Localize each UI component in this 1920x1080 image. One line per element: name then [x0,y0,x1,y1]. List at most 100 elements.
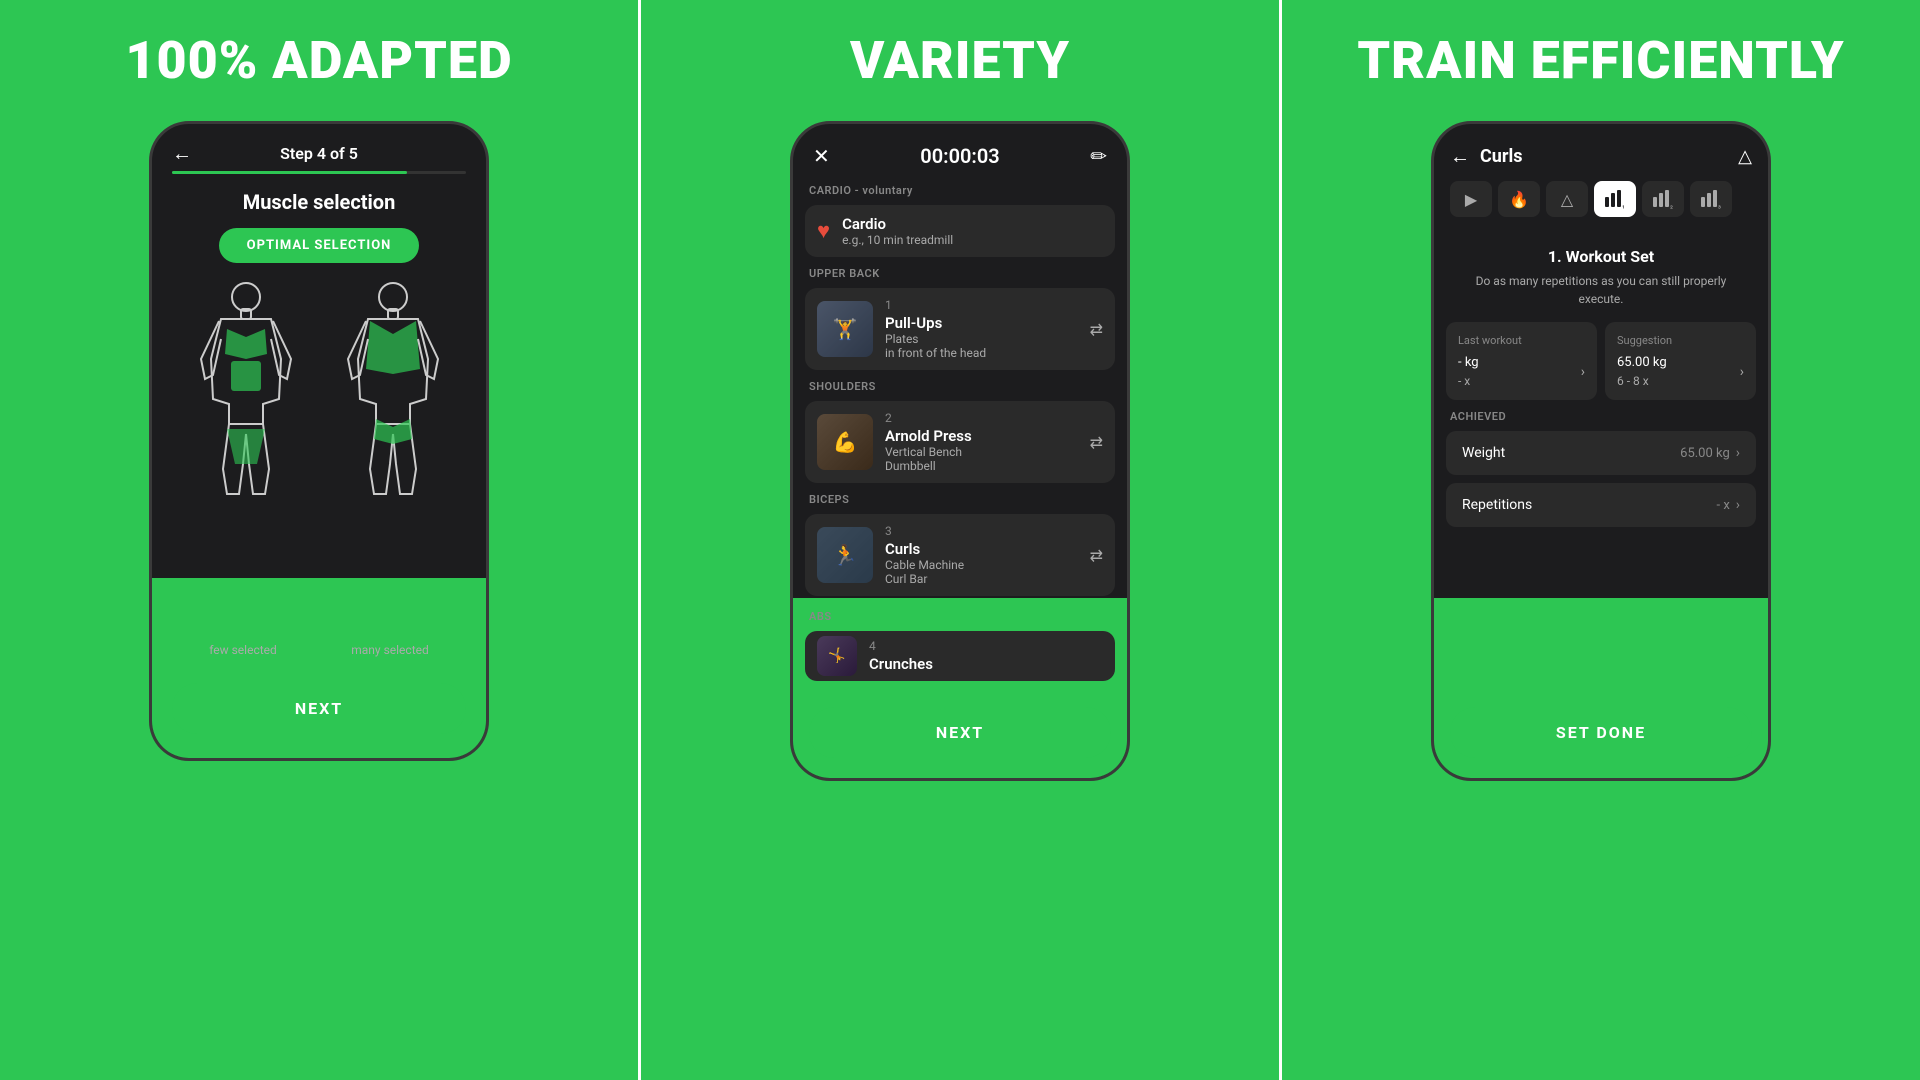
last-workout-box[interactable]: Last workout - kg - x › [1446,322,1597,400]
last-workout-label: Last workout [1458,334,1585,347]
shoulders-section-label: SHOULDERS [793,380,1127,401]
abs-section-label: ABS [793,606,1127,631]
back-icon[interactable]: ← [172,141,192,166]
upper-back-section-label: UPPER BACK [793,267,1127,288]
arnold-sub2: Dumbbell [885,459,972,473]
pullups-name: Pull-Ups [885,314,986,332]
weight-value-row: 65.00 kg › [1680,445,1740,461]
repetitions-chevron: › [1736,497,1740,513]
arnold-thumbnail: 💪 [817,414,873,470]
phone-frame-1: ← Step 4 of 5 Muscle selection OPTIMAL S… [149,121,489,761]
weight-achieved-row[interactable]: Weight 65.00 kg › [1446,431,1756,475]
curls-name: Curls [885,540,964,558]
pullups-card[interactable]: 🏋 1 Pull-Ups Plates in front of the head… [805,288,1115,370]
cardio-name: Cardio [842,215,953,233]
last-workout-arrow: › [1581,364,1585,380]
tab-set1[interactable]: ₁ [1594,181,1636,217]
selection-labels: few selected many selected [152,635,486,673]
muscle-selection-title: Muscle selection [152,190,486,214]
repetitions-value: - x [1717,498,1730,513]
cardio-section-label: CARDIO - voluntary [793,184,1127,205]
body-back-svg [338,279,448,499]
arnold-press-card[interactable]: 💪 2 Arnold Press Vertical Bench Dumbbell… [805,401,1115,483]
pullups-num: 1 [885,298,986,312]
cardio-exercise-card[interactable]: ♥ Cardio e.g., 10 min treadmill [805,205,1115,257]
optimal-selection-button[interactable]: OPTIMAL SELECTION [219,228,420,263]
workout-set-description: Do as many repetitions as you can still … [1454,272,1748,308]
curls-num: 3 [885,524,964,538]
stats-row: Last workout - kg - x › Suggestion [1446,322,1756,400]
cardio-info: Cardio e.g., 10 min treadmill [842,215,953,247]
panel-train-efficiently: TRAIN EFFICIENTLY ← Curls △ ▶ 🔥 △ [1282,0,1920,1080]
panel-adapted: 100% ADAPTED ← Step 4 of 5 Muscle select… [0,0,638,1080]
arnold-num: 2 [885,411,972,425]
phone-1: ← Step 4 of 5 Muscle selection OPTIMAL S… [149,111,489,761]
step-title: Step 4 of 5 [280,144,358,163]
arnold-info: 2 Arnold Press Vertical Bench Dumbbell [885,411,972,473]
tab-set3[interactable]: ₃ [1690,181,1732,217]
curls-thumbnail: 🏃 [817,527,873,583]
weight-chevron: › [1736,445,1740,461]
curls-swap-icon[interactable]: ⇄ [1090,546,1103,565]
tab-set2[interactable]: ₂ [1642,181,1684,217]
workout-set-title: 1. Workout Set [1454,247,1748,266]
curls-sub2: Curl Bar [885,572,964,586]
body-front [191,279,301,635]
panel1-heading: 100% ADAPTED [105,0,532,111]
pullups-thumbnail: 🏋 [817,301,873,357]
pullups-info: 1 Pull-Ups Plates in front of the head [885,298,986,360]
achieved-section-label: ACHIEVED [1434,410,1768,431]
exercise-tabs: ▶ 🔥 △ ₁ ₂ ₃ [1434,181,1768,231]
crunches-card[interactable]: 🤸 4 Crunches [805,631,1115,681]
close-icon[interactable]: ✕ [813,144,830,168]
workout-set-info: 1. Workout Set Do as many repetitions as… [1434,231,1768,322]
crunches-num: 4 [869,639,933,653]
arnold-name: Arnold Press [885,427,972,445]
curls-card[interactable]: 🏃 3 Curls Cable Machine Curl Bar ⇄ [805,514,1115,596]
tab-triangle[interactable]: △ [1546,181,1588,217]
tab-fire[interactable]: 🔥 [1498,181,1540,217]
phone-frame-2: ✕ 00:00:03 ✏ CARDIO - voluntary ♥ Cardio… [790,121,1130,781]
repetitions-achieved-row[interactable]: Repetitions - x › [1446,483,1756,527]
arnold-sub1: Vertical Bench [885,445,972,459]
suggestion-reps: 6 - 8 x [1617,374,1667,388]
curls-sub1: Cable Machine [885,558,964,572]
panel2-heading: VARIETY [830,0,1090,111]
phone-frame-3: ← Curls △ ▶ 🔥 △ ₁ ₂ [1431,121,1771,781]
phone-3: ← Curls △ ▶ 🔥 △ ₁ ₂ [1431,111,1771,781]
phone3-header: ← Curls △ [1434,124,1768,181]
repetitions-label: Repetitions [1462,497,1532,513]
pullups-swap-icon[interactable]: ⇄ [1090,320,1103,339]
last-workout-reps: - x [1458,374,1479,388]
next-button-2[interactable]: NEXT [809,707,1111,758]
svg-text:₁: ₁ [1622,200,1625,209]
biceps-section-label: BICEPS [793,493,1127,514]
tab-play[interactable]: ▶ [1450,181,1492,217]
triangle-icon[interactable]: △ [1738,146,1752,167]
progress-fill [172,171,407,174]
phone3-back-icon[interactable]: ← [1450,144,1470,169]
last-workout-weight: - kg [1458,355,1479,370]
arnold-swap-icon[interactable]: ⇄ [1090,433,1103,452]
weight-label: Weight [1462,445,1505,461]
panel-variety: VARIETY ✕ 00:00:03 ✏ CARDIO - voluntary … [638,0,1282,1080]
suggestion-arrow: › [1740,364,1744,380]
workout-timer: 00:00:03 [920,144,999,168]
svg-text:₂: ₂ [1670,200,1673,209]
phone1-header: ← Step 4 of 5 [152,124,486,171]
pullups-sub1: Plates [885,332,986,346]
phone3-title: Curls [1480,146,1728,167]
body-front-svg [191,279,301,499]
set-done-button[interactable]: SET DONE [1450,707,1752,758]
crunches-info: 4 Crunches [869,639,933,673]
edit-icon[interactable]: ✏ [1090,144,1107,168]
crunches-thumbnail: 🤸 [817,636,857,676]
heart-icon: ♥ [817,218,830,244]
few-selected-label: few selected [209,643,277,657]
phone2-header: ✕ 00:00:03 ✏ [793,124,1127,184]
panel3-heading: TRAIN EFFICIENTLY [1337,0,1864,111]
next-button-1[interactable]: NEXT [172,683,466,734]
progress-bar [172,171,466,174]
suggestion-box[interactable]: Suggestion 65.00 kg 6 - 8 x › [1605,322,1756,400]
curls-info: 3 Curls Cable Machine Curl Bar [885,524,964,586]
